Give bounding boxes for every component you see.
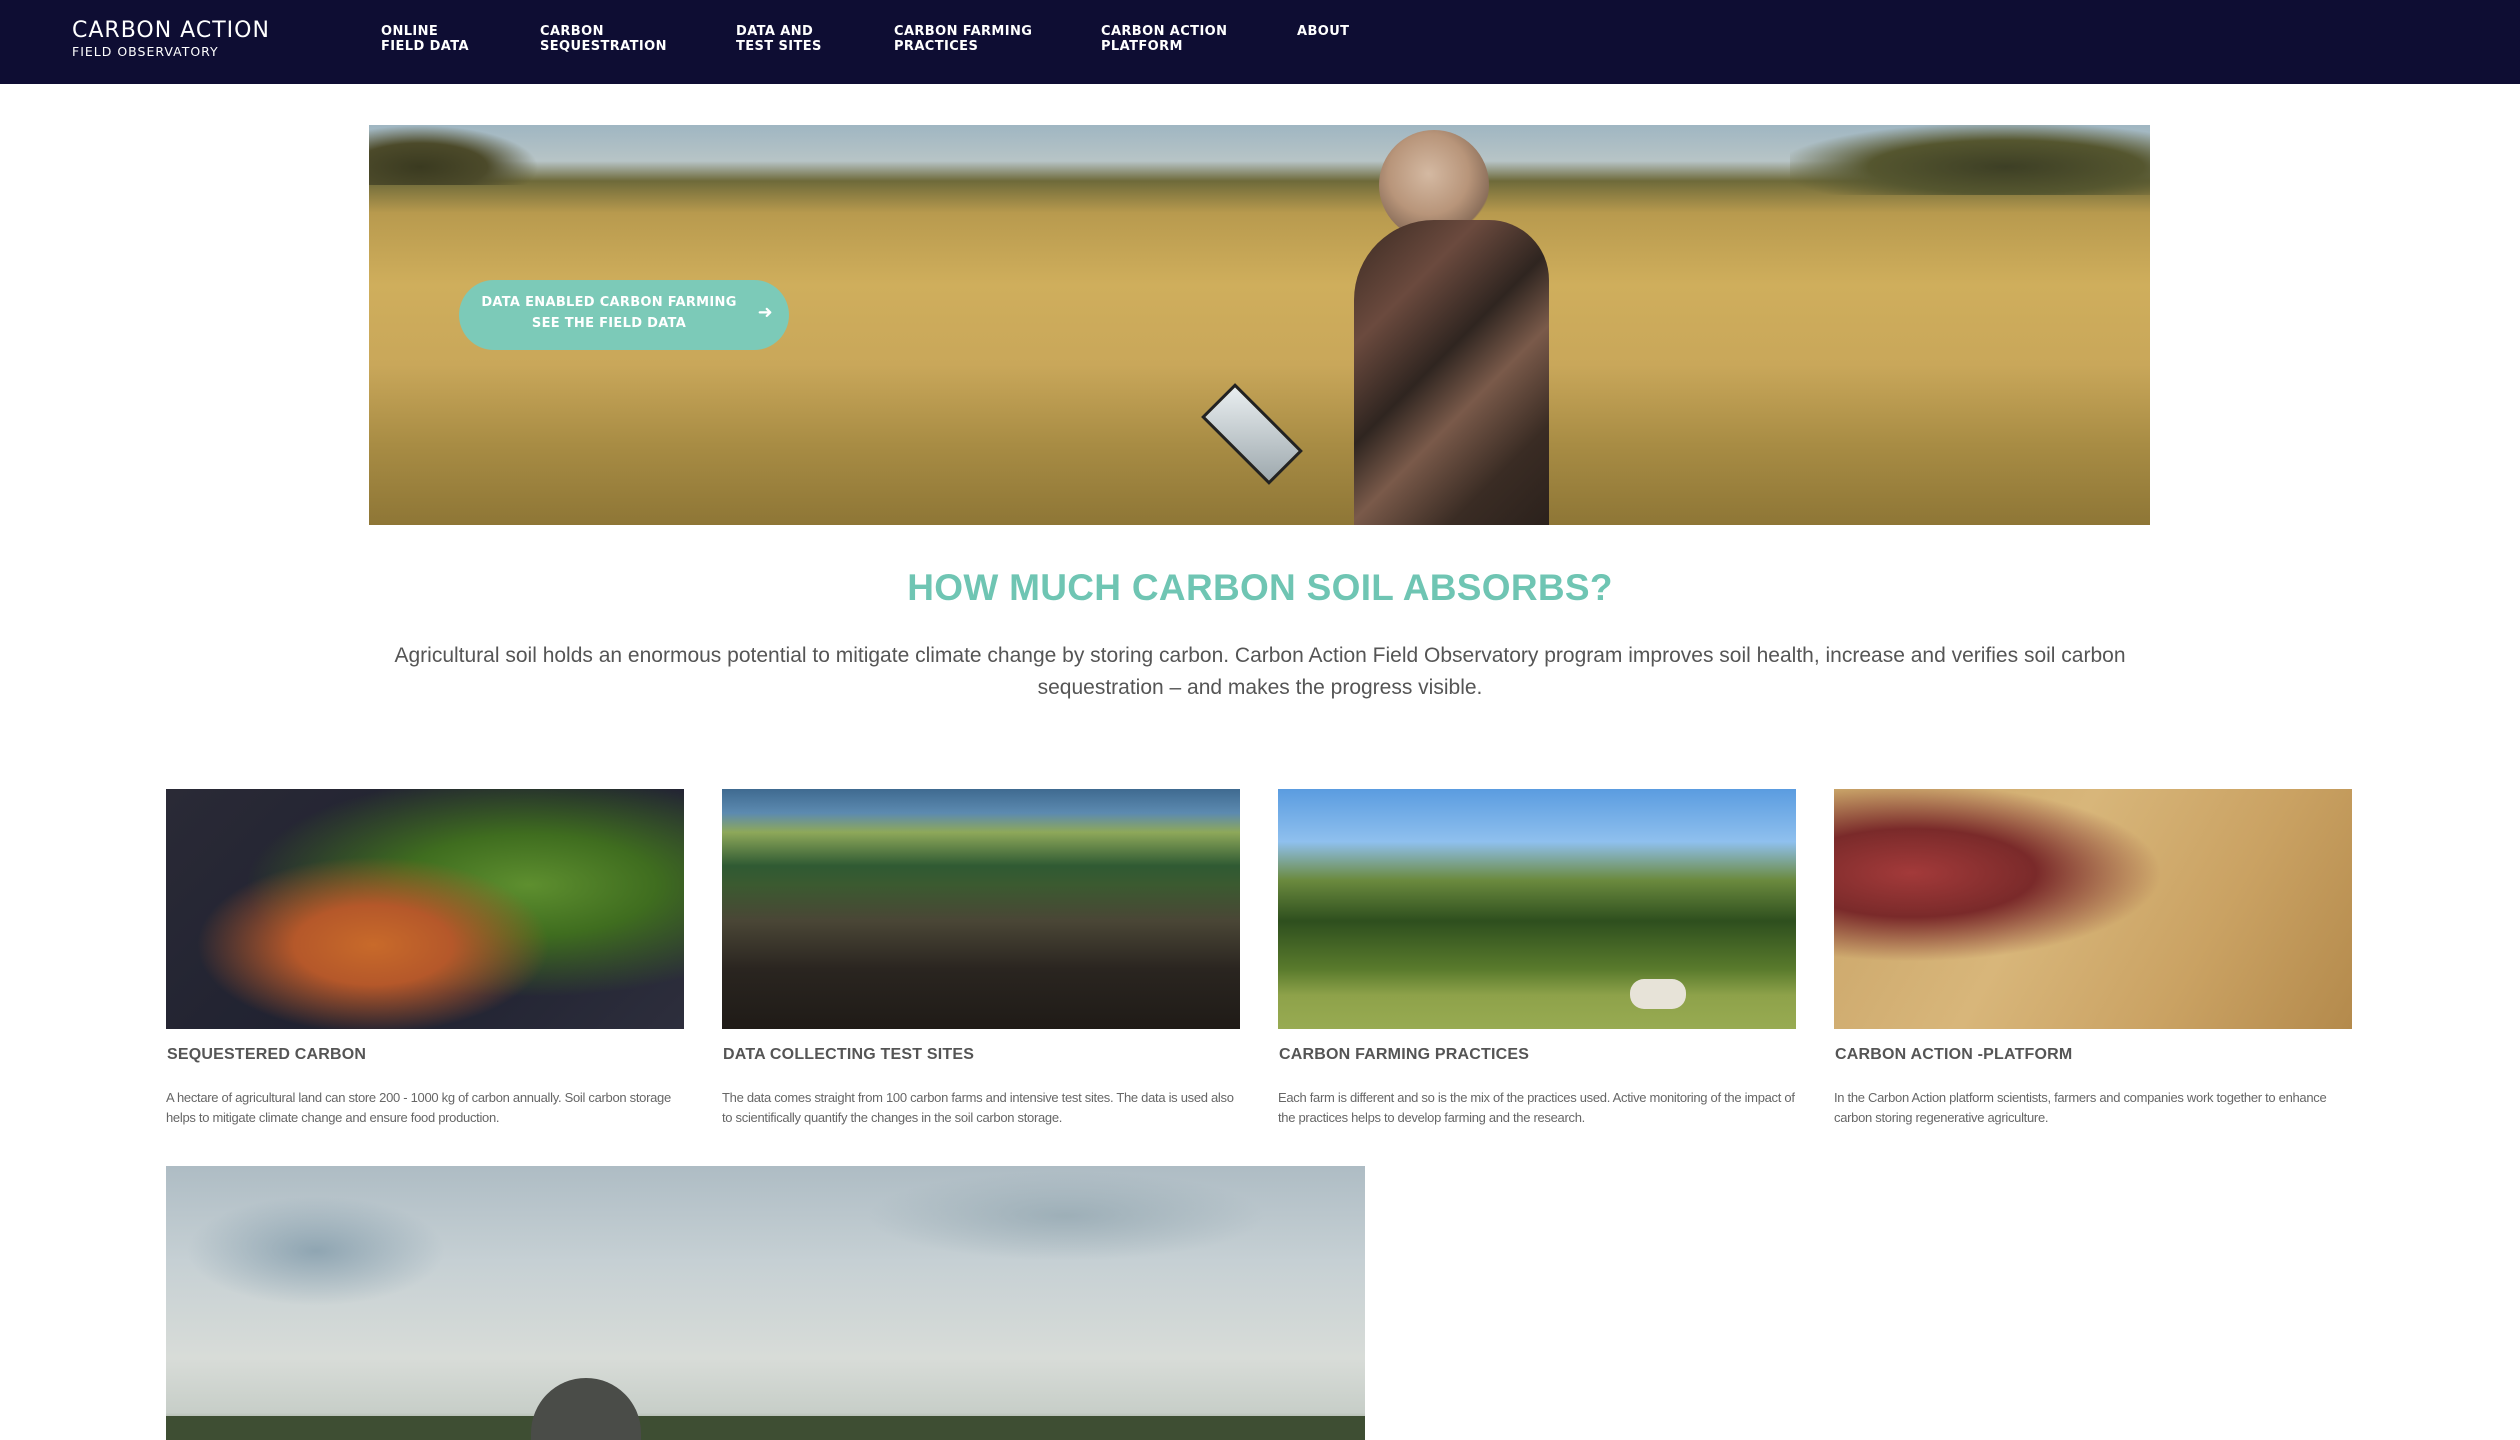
hero-treeline-left (369, 125, 539, 185)
section-heading: HOW MUCH CARBON SOIL ABSORBS? (907, 567, 1613, 608)
card-title[interactable]: SEQUESTERED CARBON (167, 1046, 366, 1064)
card-image-wheat-tablet[interactable] (1834, 789, 2352, 1029)
distant-treeline (166, 1416, 1365, 1440)
nav-label-line2: PRACTICES (894, 39, 979, 54)
card-description: In the Carbon Action platform scientists… (1834, 1090, 2327, 1125)
card-title[interactable]: DATA COLLECTING TEST SITES (723, 1046, 974, 1064)
hero-treeline-right (1790, 125, 2150, 195)
card-data-collecting-test-sites[interactable]: DATA COLLECTING TEST SITES The data come… (722, 789, 1240, 1125)
intro-text: Agricultural soil holds an enormous pote… (394, 644, 2126, 699)
top-navigation: CARBON ACTION FIELD OBSERVATORY ONLINE F… (0, 0, 2520, 84)
nav-item-about[interactable]: ABOUT (1297, 24, 1349, 39)
nav-label-line1: CARBON ACTION (1101, 24, 1228, 39)
card-image-carrots[interactable] (166, 789, 684, 1029)
cta-line2: SEE THE FIELD DATA (531, 316, 687, 331)
farmer-field-image (166, 1166, 1365, 1440)
card-image-pasture[interactable] (1278, 789, 1796, 1029)
sheep-figure (1630, 979, 1686, 1009)
nav-label-line1: CARBON FARMING (894, 24, 1033, 39)
nav-label-line2: PLATFORM (1101, 39, 1183, 54)
arrow-right-icon: ➜ (757, 302, 773, 323)
nav-label-line2: SEQUESTRATION (540, 39, 667, 54)
card-image-field[interactable] (722, 789, 1240, 1029)
nav-item-carbon-sequestration[interactable]: CARBON SEQUESTRATION (540, 24, 667, 54)
nav-label-line2: TEST SITES (736, 39, 822, 54)
card-carbon-action-platform[interactable]: CARBON ACTION -PLATFORM In the Carbon Ac… (1834, 789, 2352, 1125)
cloud-shape (866, 1171, 1266, 1261)
nav-item-carbon-farming-practices[interactable]: CARBON FARMING PRACTICES (894, 24, 1032, 54)
card-sequestered-carbon[interactable]: SEQUESTERED CARBON A hectare of agricult… (166, 789, 684, 1125)
see-field-data-button[interactable]: DATA ENABLED CARBON FARMING SEE THE FIEL… (459, 280, 789, 350)
card-description: The data comes straight from 100 carbon … (722, 1090, 1234, 1125)
nav-label-line1: ONLINE (381, 24, 439, 39)
nav-item-online-field-data[interactable]: ONLINE FIELD DATA (381, 24, 469, 54)
cta-line1: DATA ENABLED CARBON FARMING (481, 295, 737, 310)
card-description: A hectare of agricultural land can store… (166, 1090, 671, 1125)
nav-label-line1: DATA AND (736, 24, 814, 39)
logo-subtitle: FIELD OBSERVATORY (72, 44, 219, 59)
hero-tablet (1201, 383, 1303, 485)
nav-label-line1: CARBON (540, 24, 604, 39)
nav-item-carbon-action-platform[interactable]: CARBON ACTION PLATFORM (1101, 24, 1227, 54)
card-carbon-farming-practices[interactable]: CARBON FARMING PRACTICES Each farm is di… (1278, 789, 1796, 1125)
nav-label-line1: ABOUT (1297, 24, 1350, 39)
card-description: Each farm is different and so is the mix… (1278, 1090, 1795, 1125)
card-title[interactable]: CARBON FARMING PRACTICES (1279, 1046, 1529, 1064)
cloud-shape (186, 1196, 446, 1306)
site-logo[interactable]: CARBON ACTION FIELD OBSERVATORY (72, 18, 270, 59)
card-title[interactable]: CARBON ACTION -PLATFORM (1835, 1046, 2072, 1064)
hero-farmer-body (1354, 220, 1549, 525)
nav-label-line2: FIELD DATA (381, 39, 469, 54)
nav-item-data-and-test-sites[interactable]: DATA AND TEST SITES (736, 24, 822, 54)
logo-title: CARBON ACTION (72, 18, 270, 43)
farmer-cap (531, 1378, 641, 1440)
